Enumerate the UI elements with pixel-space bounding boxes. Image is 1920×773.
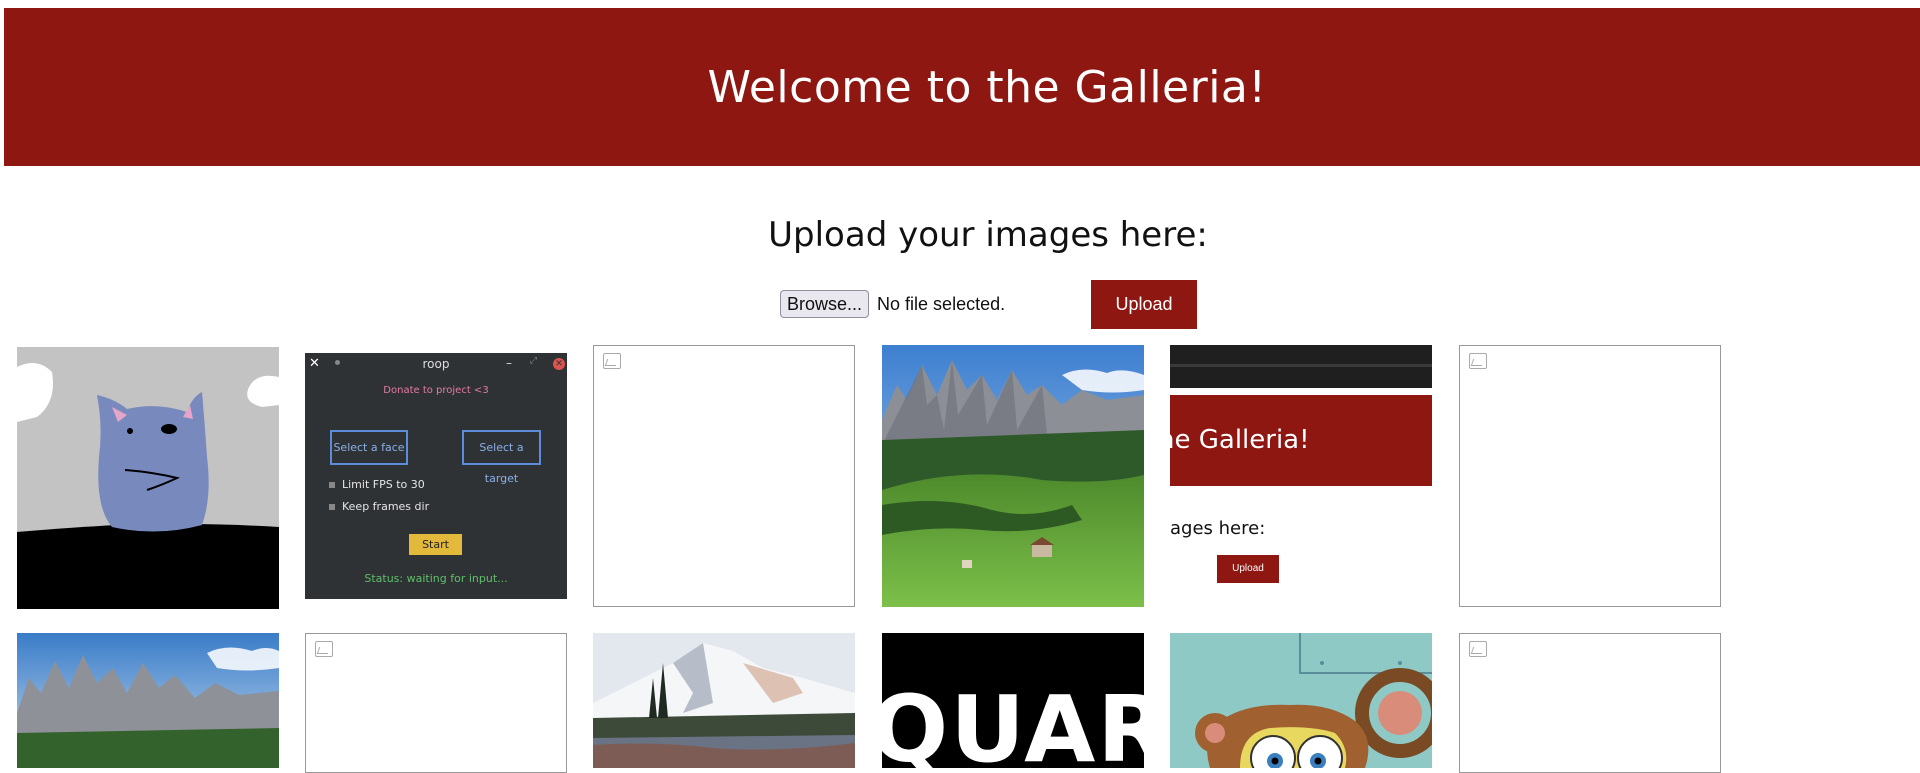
galleria-upload-crop: Upload (1217, 555, 1279, 583)
select-face-button: Select a face (330, 430, 408, 465)
galleria-heading-crop: ages here: (1170, 518, 1266, 539)
gallery-image[interactable] (17, 347, 279, 609)
limit-fps-checkbox: Limit FPS to 30 (329, 478, 425, 491)
file-status: No file selected. (877, 293, 1006, 314)
broken-image-icon (603, 353, 621, 369)
gallery-image-galleria[interactable]: he Galleria! ages here: Upload (1170, 345, 1432, 607)
browser-bar (1170, 345, 1432, 388)
page-title: Welcome to the Galleria! (707, 61, 1267, 113)
gallery-image[interactable] (593, 633, 855, 768)
broken-image-icon (1469, 641, 1487, 657)
upload-heading: Upload your images here: (768, 215, 1208, 255)
gallery-image[interactable] (1170, 633, 1432, 768)
gallery-image-roop[interactable]: ✕ roop – ⤢ ✕ Donate to project <3 Select… (305, 353, 567, 599)
checkbox-icon (329, 504, 335, 510)
select-target-button: Select a target (462, 430, 541, 485)
gallery-image[interactable]: QUAR (882, 633, 1144, 768)
upload-button[interactable]: Upload (1091, 280, 1197, 329)
minimize-icon: – (506, 356, 512, 370)
browse-button[interactable]: Browse... (780, 290, 870, 318)
broken-image-icon (315, 641, 333, 657)
maximize-icon: ⤢ (529, 356, 537, 366)
limit-fps-label: Limit FPS to 30 (342, 478, 425, 491)
file-input[interactable]: Browse... No file selected. (780, 290, 1005, 318)
status-text: Status: waiting for input... (364, 572, 508, 585)
checkbox-icon (329, 482, 335, 488)
quar-logo-image: QUAR (882, 633, 1144, 768)
roop-titlebar: ✕ roop – ⤢ ✕ (305, 353, 567, 375)
spongebob-monkey-image (1170, 633, 1432, 768)
keep-frames-label: Keep frames dir (342, 500, 430, 513)
cat-drawing-image (17, 347, 279, 609)
roop-donate-link: Donate to project <3 (383, 385, 489, 396)
broken-image[interactable] (1459, 633, 1721, 773)
header-banner: Welcome to the Galleria! (4, 8, 1920, 166)
window-close-icon: ✕ (553, 358, 565, 370)
gallery-image[interactable] (882, 345, 1144, 607)
roop-title: roop (422, 357, 450, 371)
quar-logo-text: QUAR (882, 676, 1144, 768)
snowy-mountain-lake-image (593, 633, 855, 768)
broken-image[interactable] (593, 345, 855, 607)
gallery-image[interactable] (17, 633, 279, 768)
galleria-banner-crop: he Galleria! (1170, 395, 1432, 486)
broken-image-icon (1469, 353, 1487, 369)
broken-image[interactable] (1459, 345, 1721, 607)
start-button: Start (409, 534, 462, 555)
keep-frames-checkbox: Keep frames dir (329, 500, 429, 513)
mountain-valley-image (882, 345, 1144, 607)
broken-image[interactable] (305, 633, 567, 773)
mountain-range-image (17, 633, 279, 768)
